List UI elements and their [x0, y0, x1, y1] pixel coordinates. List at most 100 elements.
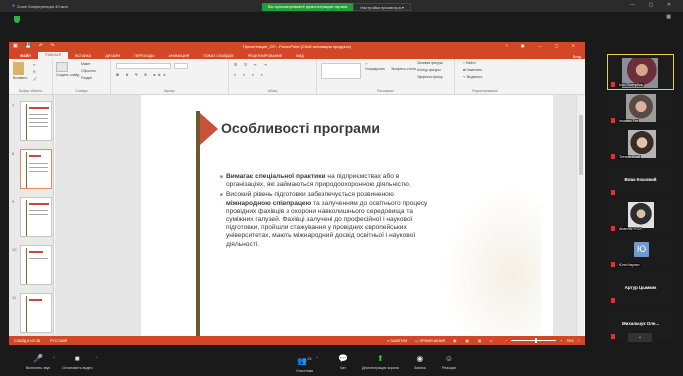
font-size-select[interactable]	[174, 63, 188, 69]
ribbon-tabs: ФАЙЛ ГЛАВНАЯ ВСТАВКА ДИЗАЙН ПЕРЕХОДЫ АНИ…	[9, 51, 585, 59]
slide-title-arrow	[200, 113, 218, 145]
scrollbar-thumb[interactable]	[579, 115, 583, 175]
zoom-level[interactable]: 75%	[566, 339, 573, 343]
video-camera-icon: ■	[74, 354, 80, 363]
gallery-view-icon[interactable]: ▦	[666, 14, 671, 20]
arrange-button[interactable]: Упорядочить	[365, 67, 385, 71]
comments-label: ПРИМЕЧАНИЯ	[419, 338, 446, 343]
zoom-in-icon[interactable]: +	[560, 339, 562, 343]
paste-button[interactable]: Вставить	[13, 62, 27, 80]
slide-thumbnail-10[interactable]	[20, 245, 52, 285]
muted-mic-icon	[611, 190, 615, 195]
participant-name: Михальчук Оле...	[622, 321, 659, 326]
slide-thumbnail-7[interactable]	[20, 101, 52, 141]
participant-tile[interactable]: Істр Плитубов	[607, 54, 674, 90]
participant-tile[interactable]: Артур Цымкик	[608, 271, 673, 305]
notes-button[interactable]: ≡ ЗАМЕТКИ	[387, 339, 407, 343]
participant-tile[interactable]: Тетяна Югай	[608, 127, 673, 161]
chevron-up-icon[interactable]: ^	[96, 355, 98, 360]
zoom-out-icon[interactable]: −	[505, 339, 507, 343]
thumb-text-line	[29, 114, 48, 115]
zoom-slider[interactable]	[511, 338, 557, 343]
thumb-text-line	[29, 163, 48, 164]
thumb-accent-bar	[26, 200, 27, 236]
chat-button[interactable]: 💬 Чат	[338, 353, 348, 370]
view-buttons[interactable]: ▣ ▦ ▤ ▷	[453, 339, 497, 343]
replace-button[interactable]: ⇄ Заменить	[463, 68, 482, 72]
drawing-group-label: Рисование	[376, 89, 395, 93]
format-painter-icon[interactable]: 🖌	[33, 77, 37, 81]
participant-name: Юля Наулко	[618, 263, 641, 267]
current-slide[interactable]: Особливості програми Вимагає спеціальної…	[141, 95, 553, 336]
copy-icon[interactable]: ⎘	[33, 70, 36, 74]
share-screen-button[interactable]: ⬆ Демонстрация экрана	[362, 353, 399, 370]
vertical-scrollbar[interactable]	[576, 95, 584, 336]
participant-tile[interactable]: Анастас н Ол	[608, 199, 673, 233]
section-button[interactable]: Раздел	[81, 76, 92, 80]
thumb-text-line	[29, 122, 48, 123]
thumb-text-line	[29, 118, 48, 119]
fit-slide-icon[interactable]: ⛶	[577, 339, 580, 343]
participant-tile[interactable]: Ю Юля Наулко	[608, 235, 673, 269]
security-shield-icon[interactable]	[14, 16, 20, 23]
window-controls[interactable]: — ▢ ✕	[630, 2, 677, 8]
select-button[interactable]: ↖ Выделить	[463, 75, 482, 79]
window-title: Zoom Конференция 40 мин	[17, 3, 68, 9]
participant-name: Ільинко Тет	[618, 119, 640, 123]
find-button[interactable]: ⌕ Найти	[463, 61, 476, 65]
shape-outline-button[interactable]: Контур фигуры	[417, 68, 441, 72]
reset-button[interactable]: Сбросить	[81, 69, 96, 73]
participant-name: Вова Кошовий	[624, 177, 657, 182]
muted-mic-icon	[611, 118, 615, 123]
participant-name: Анастас н Ол	[618, 227, 643, 231]
slide-thumbnail-8[interactable]	[20, 149, 52, 189]
unmute-button[interactable]: 🎤 Включить звук ^	[26, 353, 55, 370]
view-options-button[interactable]: Настройки просмотра ▾	[353, 3, 411, 11]
layout-button[interactable]: Макет	[81, 62, 91, 66]
slide-number: 7	[12, 103, 15, 108]
stop-video-button[interactable]: ■ Остановить видео ^	[62, 353, 98, 370]
font-family-select[interactable]	[116, 63, 171, 69]
chevron-up-icon[interactable]: ^	[53, 355, 55, 360]
select-label: Выделить	[466, 75, 483, 79]
chevron-up-icon[interactable]: ^	[316, 355, 318, 360]
slide-title[interactable]: Особливості програми	[221, 120, 380, 136]
quick-access-toolbar[interactable]: ▣ 💾 ↶ ↷	[13, 43, 58, 49]
quick-styles-button[interactable]: Экспресс-стили	[391, 67, 416, 71]
list-buttons[interactable]: ☰ ☷ ⇤ ⇥	[234, 63, 270, 67]
quick-styles-icon[interactable]: ✦	[365, 62, 368, 66]
editing-group-label: Редактирование	[472, 89, 498, 93]
paragraph-group: ☰ ☷ ⇤ ⇥ ≡ ≡ ≡ ≡ Абзац	[229, 59, 317, 94]
shape-effects-button[interactable]: Эффекты фигур	[417, 75, 443, 79]
new-slide-button[interactable]: Создать слайд	[56, 62, 79, 77]
participants-button[interactable]: 👥21 Участники ^	[296, 353, 318, 373]
slide-thumbnail-9[interactable]	[20, 197, 52, 237]
slide-body-text[interactable]: Вимагає спеціальної практики на підприєм…	[220, 173, 430, 251]
align-buttons[interactable]: ≡ ≡ ≡ ≡	[234, 73, 266, 77]
comments-button[interactable]: ▭ ПРИМЕЧАНИЯ	[415, 339, 445, 343]
more-participants-button[interactable]: ⌄	[628, 333, 652, 342]
ppt-title: Презентация_ОП - PowerPoint (Сбой актива…	[243, 44, 351, 49]
record-button[interactable]: ◉ Запись	[414, 353, 426, 370]
paragraph-group-label: Абзац	[267, 89, 278, 93]
chat-label: Чат	[340, 366, 346, 370]
cut-icon[interactable]: ✂	[33, 63, 36, 67]
slide-bullet-1: Вимагає спеціальної практики на підприєм…	[220, 173, 430, 189]
comments-icon: ▭	[415, 338, 419, 343]
thumb-title-line	[29, 299, 42, 301]
shape-fill-button[interactable]: Заливка фигуры	[417, 61, 443, 65]
reactions-label: Реакции	[442, 366, 456, 370]
reactions-button[interactable]: ☺ Реакции	[442, 353, 456, 370]
status-right: ≡ ЗАМЕТКИ ▭ ПРИМЕЧАНИЯ ▣ ▦ ▤ ▷ − + 75% ⛶	[387, 338, 585, 343]
ppt-window-controls[interactable]: ? ▣ — ▢ ✕	[505, 43, 581, 48]
slide-thumbnail-11[interactable]	[20, 293, 52, 333]
language-indicator[interactable]: РУССКИЙ	[50, 339, 67, 343]
participant-tile[interactable]: Вова Кошовий	[608, 163, 673, 197]
video-feed	[628, 202, 654, 228]
tab-home[interactable]: ГЛАВНАЯ	[37, 52, 69, 59]
shapes-gallery[interactable]	[321, 63, 361, 79]
select-icon: ↖	[463, 75, 466, 79]
participant-tile[interactable]: Ільинко Тет	[608, 91, 673, 125]
thumb-title-line	[29, 251, 43, 253]
font-style-buttons[interactable]: Ж К Ч S abc	[116, 73, 168, 77]
